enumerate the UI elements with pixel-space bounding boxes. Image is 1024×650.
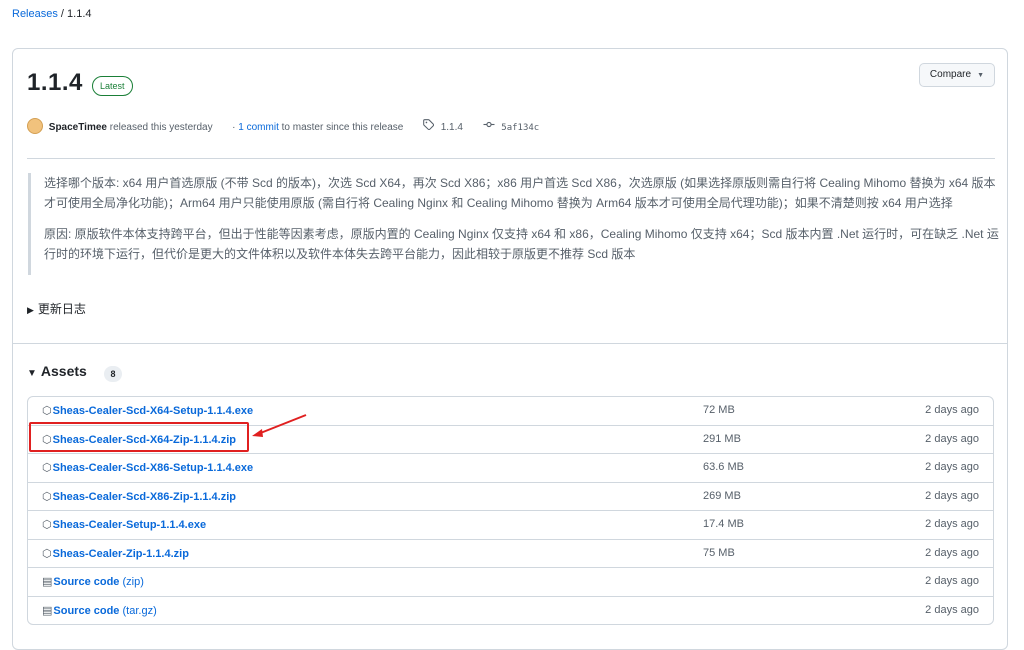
breadcrumb-separator: / [60, 8, 64, 20]
asset-date: 2 days ago [925, 518, 979, 530]
asset-link[interactable]: Sheas-Cealer-Zip-1.1.4.zip [53, 548, 189, 560]
asset-size: 72 MB [703, 404, 735, 416]
commit-sha-link[interactable]: 5af134c [501, 123, 539, 133]
asset-link[interactable]: Sheas-Cealer-Scd-X86-Setup-1.1.4.exe [53, 462, 254, 474]
git-commit-icon [483, 119, 495, 133]
asset-size: 63.6 MB [703, 461, 744, 473]
asset-date: 2 days ago [925, 404, 979, 416]
asset-link[interactable]: Sheas-Cealer-Setup-1.1.4.exe [53, 519, 206, 531]
assets-toggle[interactable]: ▼ Assets [27, 363, 87, 379]
release-card: 1.1.4 Latest Compare ▼ SpaceTimee release… [12, 48, 1008, 650]
tag-link[interactable]: 1.1.4 [441, 122, 463, 133]
asset-size: 291 MB [703, 432, 741, 445]
release-meta: SpaceTimee released this yesterday · 1 c… [27, 118, 539, 135]
notes-paragraph-1: 选择哪个版本: x64 用户首选原版 (不带 Scd 的版本)，次选 Scd X… [44, 176, 996, 210]
commits-suffix: to master since this release [281, 122, 404, 133]
asset-size: 17.4 MB [703, 518, 744, 530]
section-divider [13, 343, 1007, 344]
asset-link[interactable]: Sheas-Cealer-Scd-X86-Zip-1.1.4.zip [53, 491, 236, 503]
file-zip-icon: ▤ [42, 604, 53, 617]
annotation-arrow [252, 414, 307, 437]
avatar[interactable] [27, 118, 43, 135]
asset-date: 2 days ago [925, 432, 979, 445]
asset-row: ⬡Sheas-Cealer-Scd-X86-Zip-1.1.4.zip 269 … [28, 481, 993, 511]
latest-badge: Latest [92, 76, 133, 96]
source-code-link[interactable]: Source code [53, 605, 119, 617]
compare-button[interactable]: Compare ▼ [918, 63, 995, 87]
asset-row: ⬡Sheas-Cealer-Setup-1.1.4.exe 17.4 MB 2 … [28, 510, 993, 539]
divider [27, 158, 995, 159]
asset-size: 75 MB [703, 546, 735, 559]
package-icon: ⬡ [42, 462, 52, 474]
package-icon: ⬡ [42, 519, 52, 531]
breadcrumb-current: 1.1.4 [67, 8, 92, 20]
commits-link[interactable]: 1 commit [238, 122, 279, 133]
source-code-format[interactable]: (tar.gz) [123, 605, 157, 617]
asset-link[interactable]: Sheas-Cealer-Scd-X64-Setup-1.1.4.exe [53, 405, 254, 417]
asset-date: 2 days ago [925, 575, 979, 587]
file-zip-icon: ▤ [42, 576, 53, 588]
highlight-box [29, 422, 249, 452]
source-code-format[interactable]: (zip) [123, 576, 144, 588]
asset-date: 2 days ago [925, 461, 979, 473]
triangle-down-icon: ▼ [977, 72, 984, 79]
triangle-right-icon: ▶ [27, 305, 34, 315]
asset-size: 269 MB [703, 489, 741, 502]
package-icon: ⬡ [42, 490, 52, 503]
notes-paragraph-2: 原因: 原版软件本体支持跨平台，但出于性能等因素考虑，原版内置的 Cealing… [44, 227, 999, 261]
release-title[interactable]: 1.1.4 [27, 69, 83, 97]
asset-date: 2 days ago [925, 603, 979, 616]
asset-row: ▤Source code (zip) 2 days ago [28, 567, 993, 596]
assets-count-badge: 8 [104, 366, 122, 382]
author-link[interactable]: SpaceTimee [49, 122, 107, 133]
breadcrumb-releases-link[interactable]: Releases [12, 8, 58, 20]
asset-row: ⬡Sheas-Cealer-Scd-X86-Setup-1.1.4.exe 63… [28, 453, 993, 482]
compare-label: Compare [929, 69, 972, 80]
released-text: released this yesterday [109, 122, 213, 133]
asset-date: 2 days ago [925, 489, 979, 502]
package-icon: ⬡ [42, 405, 52, 417]
breadcrumb: Releases / 1.1.4 [12, 8, 92, 20]
asset-date: 2 days ago [925, 546, 979, 559]
changelog-toggle[interactable]: ▶ 更新日志 [27, 300, 86, 317]
assets-title: Assets [40, 363, 87, 379]
release-notes: 选择哪个版本: x64 用户首选原版 (不带 Scd 的版本)，次选 Scd X… [28, 173, 999, 275]
package-icon: ⬡ [42, 547, 52, 560]
asset-row: ⬡Sheas-Cealer-Scd-X64-Setup-1.1.4.exe 72… [28, 397, 993, 425]
changelog-label: 更新日志 [37, 302, 86, 316]
commits-prefix: · [232, 122, 236, 133]
tag-icon [423, 119, 435, 133]
triangle-down-icon: ▼ [27, 368, 37, 379]
source-code-link[interactable]: Source code [53, 576, 119, 588]
asset-row: ▤Source code (tar.gz) 2 days ago [28, 595, 993, 625]
asset-row: ⬡Sheas-Cealer-Zip-1.1.4.zip 75 MB 2 days… [28, 538, 993, 568]
